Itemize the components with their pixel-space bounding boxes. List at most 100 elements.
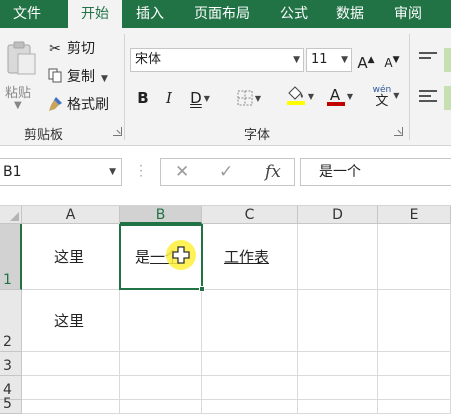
cell-c2[interactable] [202,290,298,352]
cut-button[interactable]: ✂ 剪切 [46,38,95,60]
row-header-2[interactable]: 2 [0,290,22,352]
paste-dropdown-icon[interactable]: ▼ [14,100,22,111]
tab-review[interactable]: 审阅 [382,0,434,28]
name-box[interactable]: B1 ▼ [0,158,122,186]
align-top-icon [419,52,437,59]
phonetic-button[interactable]: wén 文 ▼ [366,84,406,108]
tab-data[interactable]: 数据 [324,0,376,28]
copy-button[interactable]: 复制 ▼ [46,66,108,88]
cell-d5[interactable] [298,400,378,414]
column-header-c[interactable]: C [202,206,298,224]
mouse-cursor-highlight [166,240,196,270]
font-size-value: 11 [311,52,328,67]
font-group-label: 字体 [244,128,271,143]
column-header-a[interactable]: A [22,206,120,224]
bold-button[interactable]: B [134,86,152,110]
row-header-3[interactable]: 3 [0,352,22,376]
phonetic-dropdown-icon[interactable]: ▼ [393,91,399,100]
fill-color-dropdown-icon[interactable]: ▼ [308,92,314,101]
cell-c5[interactable] [202,400,298,414]
formula-bar-resize-handle-icon[interactable]: · · · [138,160,144,182]
double-underline-button[interactable]: D ▼ [184,86,216,110]
cell-e5[interactable] [378,400,451,414]
shrink-font-button[interactable]: A▼ [382,48,402,72]
row-number: 3 [3,358,12,374]
font-name-dropdown-icon[interactable]: ▼ [293,49,300,71]
cut-label: 剪切 [67,41,95,57]
paste-icon [7,41,36,75]
phonetic-char-label: 文 [375,94,389,109]
tab-formulas[interactable]: 公式 [268,0,320,28]
cell-a4[interactable] [22,376,120,400]
row-number: 1 [3,272,12,288]
tab-insert[interactable]: 插入 [122,0,178,28]
cell-e1[interactable] [378,224,451,290]
cell-e3[interactable] [378,352,451,376]
grow-font-button[interactable]: A▲ [356,48,376,72]
font-size-dropdown-icon[interactable]: ▼ [341,49,348,71]
cell-e4[interactable] [378,376,451,400]
enter-icon[interactable]: ✓ [219,162,233,182]
cell-b2[interactable] [120,290,202,352]
tab-page-layout[interactable]: 页面布局 [182,0,262,28]
clipboard-dialog-launcher-icon[interactable] [113,127,122,136]
copy-dropdown-icon[interactable]: ▼ [101,74,108,84]
ribbon-home: 粘贴 ▼ ✂ 剪切 复制 ▼ 格式刷 剪贴板 宋体 ▼ 11 ▼ A▲ A▼ B I… [0,28,451,146]
borders-dropdown-icon[interactable]: ▼ [255,94,261,103]
name-box-dropdown-icon[interactable]: ▼ [109,159,116,185]
cell-d2[interactable] [298,290,378,352]
column-header-d[interactable]: D [298,206,378,224]
shrink-font-icon: A [384,56,393,70]
borders-button[interactable]: ▼ [232,86,266,110]
paintbrush-icon [46,94,64,116]
row-number: 2 [3,334,12,350]
font-color-button[interactable]: A ▼ [322,84,358,108]
cell-a5[interactable] [22,400,120,414]
format-painter-button[interactable]: 格式刷 [46,94,109,116]
font-dialog-launcher-icon[interactable] [394,127,403,136]
font-color-swatch [326,102,345,106]
insert-function-icon[interactable]: fx [265,162,281,182]
cell-select-cursor-icon [172,246,190,264]
cell-d3[interactable] [298,352,378,376]
fill-color-button[interactable]: ▼ [282,84,318,108]
align-middle-button[interactable] [444,48,451,72]
group-divider [124,34,125,140]
cell-a3[interactable] [22,352,120,376]
column-header-b[interactable]: B [120,206,202,224]
align-left-button[interactable] [416,86,440,110]
row-number: 5 [3,396,12,412]
format-painter-label: 格式刷 [67,97,109,113]
font-name-select[interactable]: 宋体 ▼ [130,48,304,72]
cell-d1[interactable] [298,224,378,290]
formula-input[interactable]: 是一个 [300,158,451,186]
cell-b5[interactable] [120,400,202,414]
cancel-icon[interactable]: ✕ [175,162,189,182]
cell-d4[interactable] [298,376,378,400]
cell-b4[interactable] [120,376,202,400]
cell-text: 这里 [54,312,85,330]
italic-button[interactable]: I [160,86,178,110]
cell-c4[interactable] [202,376,298,400]
row-header-5[interactable]: 5 [0,396,22,414]
font-color-dropdown-icon[interactable]: ▼ [347,92,353,101]
worksheet-grid: A B C D E 1 2 3 4 5 这里 是一个 工作表 这里 [0,206,451,414]
cell-c3[interactable] [202,352,298,376]
tab-file[interactable]: 文件 [0,0,54,28]
cell-a1[interactable]: 这里 [22,224,120,290]
align-center-button[interactable] [444,86,451,110]
tab-home[interactable]: 开始 [68,0,122,30]
cell-c1[interactable]: 工作表 [202,224,298,290]
column-header-e[interactable]: E [378,206,451,224]
fill-handle[interactable] [199,286,205,292]
name-box-value: B1 [3,164,22,180]
cell-e2[interactable] [378,290,451,352]
cell-b3[interactable] [120,352,202,376]
row-header-1[interactable]: 1 [0,224,22,290]
cell-a2[interactable]: 这里 [22,290,120,352]
select-all-button[interactable] [0,206,22,224]
font-size-select[interactable]: 11 ▼ [306,48,352,72]
align-top-button[interactable] [416,48,440,72]
font-name-value: 宋体 [135,52,162,67]
underline-dropdown-icon[interactable]: ▼ [204,94,210,103]
